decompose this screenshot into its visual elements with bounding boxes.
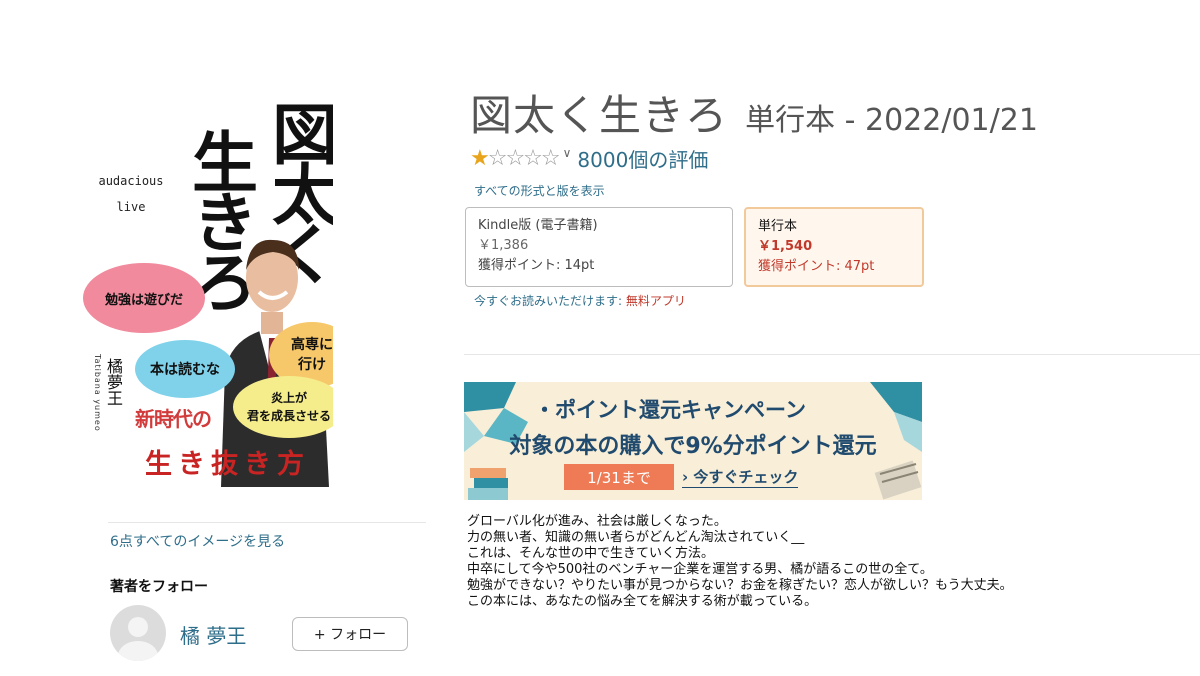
read-now-line: 今すぐお読みいただけます: 無料アプリ bbox=[474, 294, 686, 308]
rating-count-link[interactable]: 8000個の評価 bbox=[577, 144, 708, 173]
avatar-placeholder-icon bbox=[128, 617, 148, 637]
banner-date-badge: 1/31まで bbox=[564, 464, 674, 490]
banner-title: ・ポイント還元キャンペーン bbox=[534, 398, 806, 422]
format-option-kindle[interactable]: Kindle版 (電子書籍) ￥1,386 獲得ポイント: 14pt bbox=[465, 207, 733, 287]
description-line: 力の無い者、知識の無い者らがどんどん淘汰されていく__ bbox=[467, 530, 805, 545]
all-formats-link[interactable]: すべての形式と版を表示 bbox=[474, 182, 605, 199]
points-campaign-banner[interactable]: ・ポイント還元キャンペーン 対象の本の購入で9%分ポイント還元 1/31まで ›… bbox=[464, 382, 922, 500]
description-line: この本には、あなたの悩み全てを解決する術が載っている。 bbox=[467, 594, 818, 609]
author-name-link[interactable]: 橘 夢王 bbox=[180, 620, 246, 649]
product-title: 図太く生きろ bbox=[470, 91, 729, 140]
cover-subtitle: 新時代の bbox=[135, 407, 212, 431]
product-format-date: 単行本 - 2022/01/21 bbox=[745, 103, 1038, 138]
follow-button[interactable]: + フォロー bbox=[292, 617, 408, 651]
follow-author-heading: 著者をフォロー bbox=[110, 579, 208, 595]
star-empty-icon: ☆☆☆☆ bbox=[487, 146, 561, 171]
book-description: グローバル化が進み、社会は厳しくなった。 力の無い者、知識の無い者らがどんどん淘… bbox=[467, 514, 1013, 610]
description-line: 勉強ができない？やりたい事が見つからない？お金を稼ぎたい？恋人が欲しい？もう大丈… bbox=[467, 578, 1013, 593]
format-points: 獲得ポイント: 47pt bbox=[758, 259, 875, 274]
cover-bubble-enjo: 炎上が 君を成長させる bbox=[233, 376, 333, 438]
description-line: これは、そんな世の中で生きていく方法。 bbox=[467, 546, 715, 561]
format-points: 獲得ポイント: 14pt bbox=[478, 258, 595, 273]
chevron-down-icon[interactable]: ∨ bbox=[563, 146, 572, 160]
banner-subtitle: 対象の本の購入で9%分ポイント還元 bbox=[509, 434, 877, 459]
description-line: グローバル化が進み、社会は厳しくなった。 bbox=[467, 514, 727, 529]
right-divider bbox=[464, 354, 1200, 355]
star-filled-icon: ★ bbox=[470, 146, 490, 171]
free-app-link[interactable]: 無料アプリ bbox=[626, 294, 686, 308]
cover-author-ruby: Tatibana yumeo bbox=[93, 354, 102, 432]
book-cover-image[interactable]: 図太く 生きろ audacious live 勉強は遊びだ 本は読むな 高専に行… bbox=[83, 100, 333, 487]
cover-subtitle2: 生き抜き方 bbox=[145, 449, 310, 480]
left-divider bbox=[108, 522, 426, 523]
see-all-images-link[interactable]: 6点すべてのイメージを見る bbox=[110, 531, 285, 551]
format-name: Kindle版 (電子書籍) bbox=[478, 218, 598, 233]
format-option-tankobon[interactable]: 単行本 ￥1,540 獲得ポイント: 47pt bbox=[744, 207, 924, 287]
format-price: ￥1,386 bbox=[478, 238, 529, 253]
author-avatar[interactable] bbox=[110, 605, 166, 661]
cover-bubble-study: 勉強は遊びだ bbox=[83, 263, 205, 333]
cover-author: 橘夢王 bbox=[104, 358, 123, 406]
description-line: 中卒にして今や500社のベンチャー企業を運営する男、橘が語るこの世の全て。 bbox=[467, 562, 933, 577]
format-price: ￥1,540 bbox=[758, 239, 813, 254]
cover-english-title: audacious live bbox=[98, 174, 164, 214]
rating-stars[interactable]: ★☆☆☆☆ bbox=[470, 146, 561, 171]
rating-row: ★☆☆☆☆ ∨ 8000個の評価 bbox=[470, 144, 708, 173]
cover-bubble-books: 本は読むな bbox=[135, 340, 235, 398]
product-title-row: 図太く生きろ 単行本 - 2022/01/21 bbox=[470, 82, 1038, 143]
banner-check-link[interactable]: › 今すぐチェック bbox=[682, 466, 799, 488]
format-name: 単行本 bbox=[758, 219, 798, 234]
